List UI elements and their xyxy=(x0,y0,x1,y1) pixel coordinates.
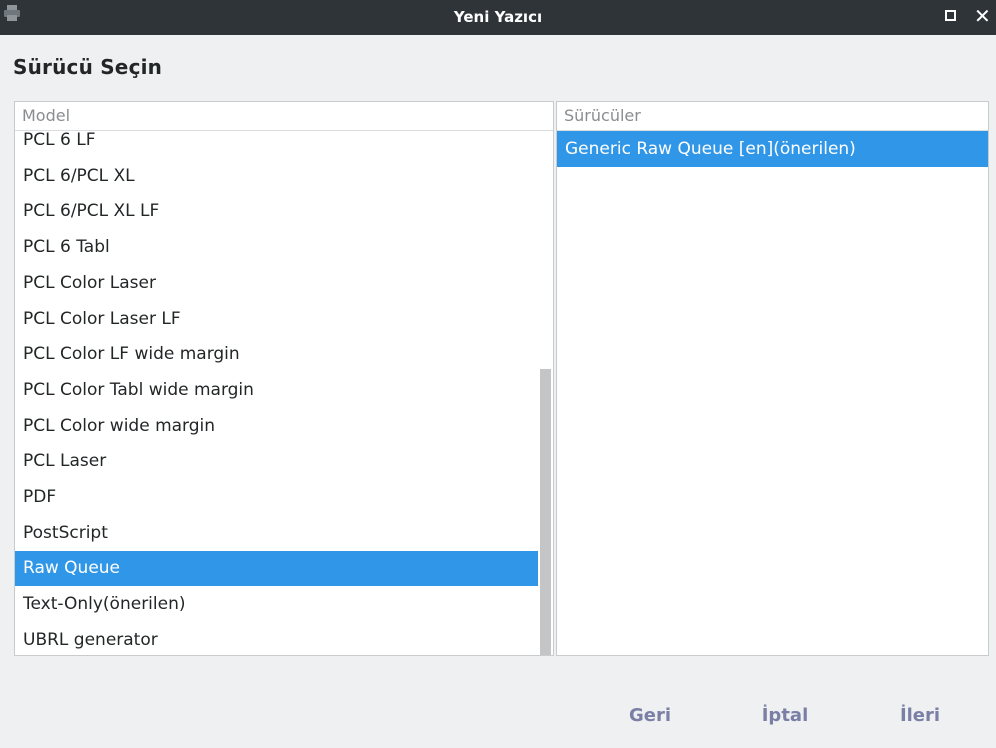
next-button[interactable]: İleri xyxy=(880,700,960,732)
model-list-item[interactable]: PCL Color Laser LF xyxy=(15,302,538,337)
model-list-item[interactable]: PCL 6/PCL XL xyxy=(15,159,538,194)
window-title: Yeni Yazıcı xyxy=(453,8,543,26)
model-list-item[interactable]: PCL 6 Tabl xyxy=(15,230,538,265)
model-list-item[interactable]: PostScript xyxy=(15,516,538,551)
model-list-item[interactable]: PCL Color Tabl wide margin xyxy=(15,373,538,408)
model-list-item[interactable]: PCL Color LF wide margin xyxy=(15,337,538,372)
model-list-item[interactable]: PCL Color Laser xyxy=(15,266,538,301)
back-button[interactable]: Geri xyxy=(610,700,690,732)
driver-column-header: Sürücüler xyxy=(557,102,988,131)
maximize-icon[interactable] xyxy=(945,10,956,21)
model-list-item[interactable]: PCL Color wide margin xyxy=(15,409,538,444)
model-list-item[interactable]: Raw Queue xyxy=(15,551,538,587)
model-list-item[interactable]: PCL 6/PCL XL LF xyxy=(15,194,538,229)
model-column-header: Model xyxy=(15,102,553,131)
model-list-item[interactable]: PCL Laser xyxy=(15,444,538,479)
scrollbar[interactable] xyxy=(538,131,553,655)
close-icon[interactable]: ✕ xyxy=(974,4,991,28)
model-list-item[interactable]: Text-Only(önerilen) xyxy=(15,587,538,622)
model-list-item[interactable]: PDF xyxy=(15,480,538,515)
driver-list[interactable]: Sürücüler Generic Raw Queue [en](önerile… xyxy=(556,101,989,656)
driver-list-item[interactable]: Generic Raw Queue [en](önerilen) xyxy=(557,131,988,167)
title-bar: Yeni Yazıcı ✕ xyxy=(0,0,996,35)
page-title: Sürücü Seçin xyxy=(13,55,163,79)
cancel-button[interactable]: İptal xyxy=(745,700,825,732)
scrollbar-thumb[interactable] xyxy=(540,369,551,655)
model-list[interactable]: Model PCL 6 LF PCL 6/PCL XL PCL 6/PCL XL L… xyxy=(14,101,554,656)
model-list-item[interactable]: UBRL generator xyxy=(15,623,538,655)
